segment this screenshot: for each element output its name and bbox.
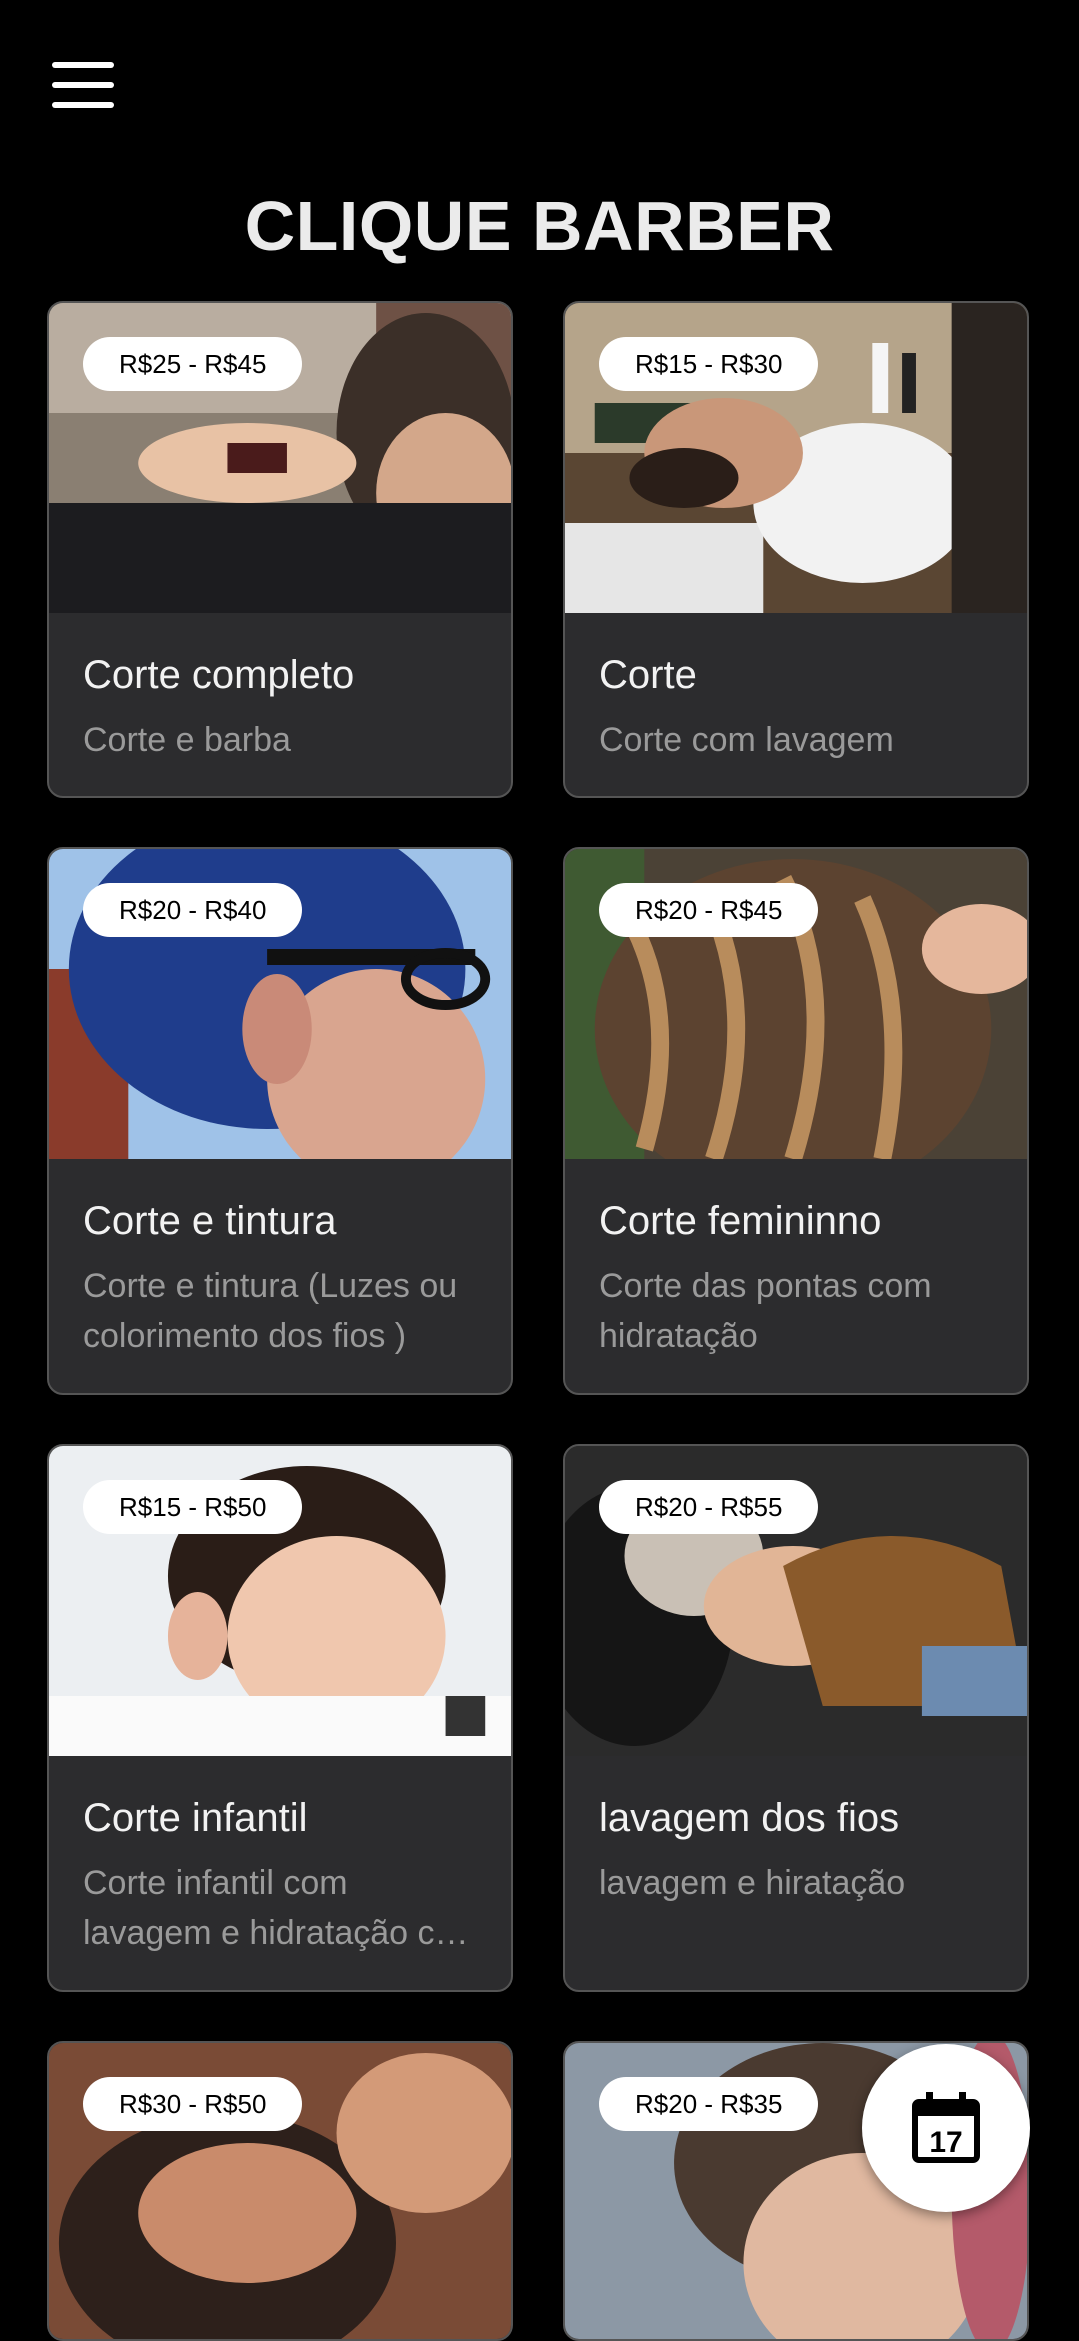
price-badge: R$20 - R$40	[83, 883, 303, 937]
calendar-fab-button[interactable]: 17	[862, 2044, 1030, 2212]
service-description: lavagem e hiratação	[599, 1864, 906, 1902]
service-card-corte-infantil[interactable]: R$15 - R$50 Corte infantil Corte infanti…	[47, 1444, 513, 1992]
menu-bar	[52, 82, 114, 88]
menu-bar	[52, 62, 114, 68]
service-name: Corte	[599, 653, 697, 697]
service-name: Corte e tintura	[83, 1199, 337, 1243]
service-card-corte-completo[interactable]: R$25 - R$45 Corte completo Corte e barba	[47, 301, 513, 798]
price-badge: R$15 - R$50	[83, 1480, 303, 1534]
service-card-corte-femininno[interactable]: R$20 - R$45 Corte femininno Corte das po…	[563, 847, 1029, 1395]
service-card-corte[interactable]: R$15 - R$30 Corte Corte com lavagem	[563, 301, 1029, 798]
service-card-corte-e-tintura[interactable]: R$20 - R$40 Corte e tintura Corte e tint…	[47, 847, 513, 1395]
price-badge: R$30 - R$50	[83, 2077, 303, 2131]
page-title: CLIQUE BARBER	[244, 187, 835, 265]
hamburger-menu-button[interactable]	[52, 62, 114, 108]
service-name: Corte femininno	[599, 1199, 882, 1243]
service-name: Corte infantil	[83, 1796, 308, 1840]
service-description: Corte e tintura (Luzes ou colorimento do…	[83, 1267, 458, 1355]
service-description: Corte e barba	[83, 721, 291, 759]
calendar-icon: 17	[912, 2092, 980, 2163]
service-name: Corte completo	[83, 653, 355, 697]
price-badge: R$20 - R$35	[599, 2077, 819, 2131]
price-badge: R$20 - R$45	[599, 883, 819, 937]
service-description: Corte com lavagem	[599, 721, 894, 759]
price-badge: R$25 - R$45	[83, 337, 303, 391]
price-badge: R$20 - R$55	[599, 1480, 819, 1534]
menu-bar	[52, 102, 114, 108]
calendar-day: 17	[929, 2126, 962, 2159]
service-description: Corte das pontas com hidratação	[599, 1267, 932, 1355]
service-card[interactable]: R$30 - R$50	[47, 2041, 513, 2341]
service-description: Corte infantil com lavagem e hidratação …	[83, 1864, 482, 1952]
service-card-lavagem-dos-fios[interactable]: R$20 - R$55 lavagem dos fios lavagem e h…	[563, 1444, 1029, 1992]
price-badge: R$15 - R$30	[599, 337, 819, 391]
service-name: lavagem dos fios	[599, 1796, 900, 1840]
